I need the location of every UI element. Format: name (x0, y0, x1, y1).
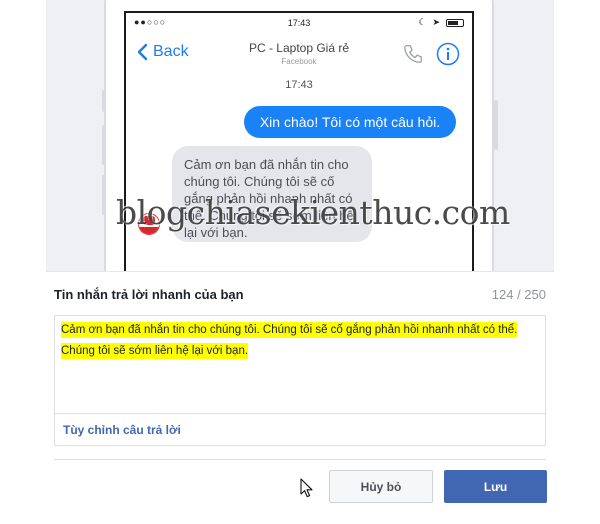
status-bar: ●●○○○ ︎ 17:43 ☾ ➤ (126, 13, 472, 33)
phone-side-button (102, 90, 106, 112)
reply-text-area[interactable]: Cảm ơn bạn đã nhắn tin cho chúng tôi. Ch… (54, 315, 546, 414)
phone-side-button (102, 125, 106, 165)
info-icon[interactable] (436, 42, 460, 66)
footer-divider (54, 459, 546, 460)
panel-title: Tin nhắn trả lời nhanh của bạn (54, 287, 244, 302)
message-timestamp: 17:43 (285, 79, 313, 91)
messenger-nav-bar: Back PC - Laptop Giá rẻ Facebook (126, 33, 472, 75)
watermark-text: blogchiasekienthuc.com (116, 193, 510, 232)
customize-reply-row: Tùy chỉnh câu trả lời (54, 414, 546, 446)
location-icon: ➤ (432, 17, 440, 27)
moon-icon: ☾ (418, 17, 427, 27)
phone-side-button (494, 100, 498, 150)
phone-side-button (102, 175, 106, 215)
reply-text-content: Cảm ơn bạn đã nhắn tin cho chúng tôi. Ch… (61, 322, 518, 359)
phone-screen: ●●○○○ ︎ 17:43 ☾ ➤ Back PC - Laptop Giá r… (124, 11, 474, 281)
character-count: 124 / 250 (491, 287, 546, 302)
phone-call-icon[interactable] (402, 43, 424, 65)
cancel-button[interactable]: Hủy bỏ (329, 470, 433, 503)
quick-reply-header: Tin nhắn trả lời nhanh của bạn 124 / 250 (46, 271, 554, 315)
save-button[interactable]: Lưu (444, 470, 547, 503)
outgoing-message-bubble: Xin chào! Tôi có một câu hỏi. (244, 106, 456, 138)
customize-reply-link[interactable]: Tùy chỉnh câu trả lời (63, 423, 181, 437)
mouse-cursor-icon (300, 478, 313, 498)
battery-icon (446, 18, 464, 27)
